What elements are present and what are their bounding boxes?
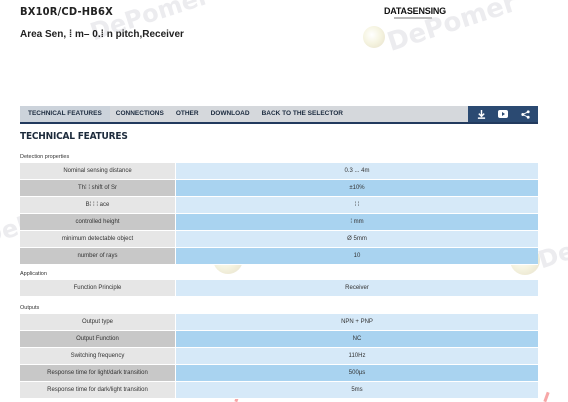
spec-table-detection: Nominal sensing distance 0.3 ... 4m Th⁞ … [20, 163, 538, 265]
spec-table-application: Function Principle Receiver [20, 280, 538, 297]
spec-value: NC [176, 331, 538, 347]
table-row: Nominal sensing distance 0.3 ... 4m [20, 163, 538, 180]
table-row: Response time for light/dark transition … [20, 365, 538, 382]
spec-value: Receiver [176, 280, 538, 296]
spec-label: Function Principle [20, 280, 176, 296]
table-row: Response time for dark/light transition … [20, 382, 538, 399]
download-icon[interactable] [476, 109, 486, 119]
watermark-accent [543, 391, 550, 402]
table-row: Function Principle Receiver [20, 280, 538, 297]
spec-value: Ø 5mm [176, 231, 538, 247]
table-row: number of rays 10 [20, 248, 538, 265]
section-title: TECHNICAL FEATURES [20, 131, 128, 142]
tab-other[interactable]: OTHER [170, 106, 205, 122]
spec-label: B⁞ ⁞ ⁞ ace [20, 197, 176, 213]
spec-label: number of rays [20, 248, 176, 264]
spec-value: ⁞ mm [176, 214, 538, 230]
table-row: Output type NPN + PNP [20, 314, 538, 331]
table-row: Th⁞ ⁞ shift of Sr ±10% [20, 180, 538, 197]
table-row: Output Function NC [20, 331, 538, 348]
group-label-outputs: Outputs [20, 305, 40, 311]
spec-value: 0.3 ... 4m [176, 163, 538, 179]
table-row: controlled height ⁞ mm [20, 214, 538, 231]
table-row: minimum detectable object Ø 5mm [20, 231, 538, 248]
watermark-text: DePomer [534, 209, 568, 275]
spec-label: Response time for light/dark transition [20, 365, 176, 381]
group-label-detection: Detection properties [20, 154, 70, 160]
brand-logo: DATASENSING [384, 6, 446, 19]
brand-logo-text: DATASENSING [384, 6, 446, 16]
spec-label: Output type [20, 314, 176, 330]
spec-label: minimum detectable object [20, 231, 176, 247]
product-code: BX10R/CD-HB6X [20, 5, 113, 18]
brand-logo-underline [394, 17, 432, 19]
watermark-disc [363, 26, 385, 48]
tab-technical-features[interactable]: TECHNICAL FEATURES [20, 106, 110, 122]
tab-bar: TECHNICAL FEATURES CONNECTIONS OTHER DOW… [20, 106, 538, 124]
action-icon-bar [468, 106, 538, 122]
spec-value: NPN + PNP [176, 314, 538, 330]
spec-value: 110Hz [176, 348, 538, 364]
spec-value: 500µs [176, 365, 538, 381]
product-description: Area Sen, ⁞ m– 0.⁞ n pitch,Receiver [20, 29, 184, 40]
spec-value: 5ms [176, 382, 538, 398]
tab-back-to-selector[interactable]: BACK TO THE SELECTOR [256, 106, 349, 122]
spec-label: Output Function [20, 331, 176, 347]
table-row: B⁞ ⁞ ⁞ ace ⁞ ⁞ [20, 197, 538, 214]
youtube-icon[interactable] [498, 109, 508, 119]
spec-value: 10 [176, 248, 538, 264]
share-icon[interactable] [520, 109, 530, 119]
spec-label: controlled height [20, 214, 176, 230]
table-row: Switching frequency 110Hz [20, 348, 538, 365]
group-label-application: Application [20, 271, 47, 277]
spec-value: ±10% [176, 180, 538, 196]
spec-label: Response time for dark/light transition [20, 382, 176, 398]
spec-label: Nominal sensing distance [20, 163, 176, 179]
spec-label: Th⁞ ⁞ shift of Sr [20, 180, 176, 196]
spec-value: ⁞ ⁞ [176, 197, 538, 213]
tab-connections[interactable]: CONNECTIONS [110, 106, 170, 122]
spec-table-outputs: Output type NPN + PNP Output Function NC… [20, 314, 538, 399]
spec-label: Switching frequency [20, 348, 176, 364]
tab-download[interactable]: DOWNLOAD [205, 106, 256, 122]
